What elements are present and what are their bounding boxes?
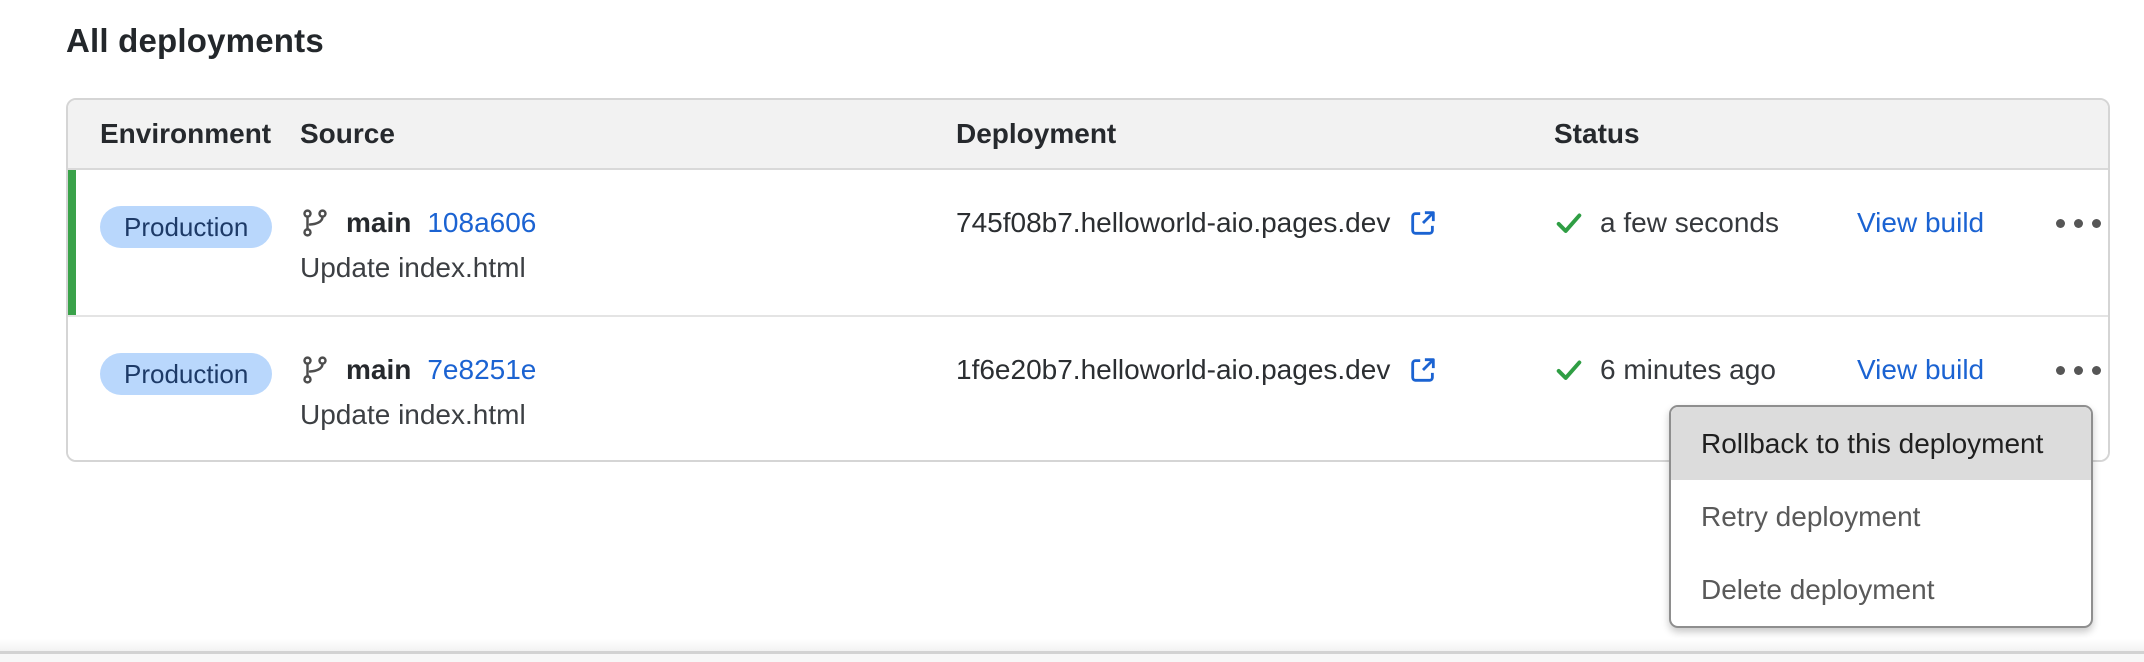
page-title: All deployments bbox=[66, 22, 324, 60]
table-header-row: Environment Source Deployment Status bbox=[68, 100, 2108, 170]
source-cell: main 7e8251e Update index.html bbox=[300, 353, 956, 460]
check-icon bbox=[1554, 355, 1584, 385]
status-cell: a few seconds bbox=[1554, 206, 1857, 315]
environment-cell: Production bbox=[100, 353, 300, 460]
deployment-context-menu: Rollback to this deployment Retry deploy… bbox=[1669, 405, 2093, 628]
environment-cell: Production bbox=[100, 206, 300, 315]
menu-item-delete[interactable]: Delete deployment bbox=[1671, 553, 2091, 626]
commit-link[interactable]: 108a606 bbox=[427, 206, 536, 240]
section-divider bbox=[0, 639, 2144, 651]
ellipsis-icon bbox=[2056, 366, 2065, 375]
current-deployment-indicator bbox=[68, 170, 76, 315]
menu-item-retry[interactable]: Retry deployment bbox=[1671, 480, 2091, 553]
git-branch-icon bbox=[300, 208, 330, 238]
commit-link[interactable]: 7e8251e bbox=[427, 353, 536, 387]
column-header-source: Source bbox=[300, 118, 956, 150]
table-row: Production main 108a606 Update index.htm… bbox=[68, 170, 2108, 315]
row-menu-button[interactable] bbox=[2052, 353, 2105, 387]
menu-item-rollback[interactable]: Rollback to this deployment bbox=[1671, 407, 2091, 480]
deployment-cell: 745f08b7.helloworld-aio.pages.dev bbox=[956, 206, 1554, 315]
deployment-url: 745f08b7.helloworld-aio.pages.dev bbox=[956, 206, 1390, 240]
view-build-link[interactable]: View build bbox=[1857, 207, 1984, 238]
deployment-url: 1f6e20b7.helloworld-aio.pages.dev bbox=[956, 353, 1390, 387]
view-build-cell: View build bbox=[1857, 206, 2052, 315]
external-link-icon[interactable] bbox=[1408, 208, 1438, 238]
column-header-deployment: Deployment bbox=[956, 118, 1554, 150]
source-cell: main 108a606 Update index.html bbox=[300, 206, 956, 315]
next-section-edge bbox=[0, 654, 2144, 662]
view-build-link[interactable]: View build bbox=[1857, 354, 1984, 385]
deployment-cell: 1f6e20b7.helloworld-aio.pages.dev bbox=[956, 353, 1554, 460]
check-icon bbox=[1554, 208, 1584, 238]
branch-name: main bbox=[346, 206, 411, 240]
status-text: 6 minutes ago bbox=[1600, 353, 1776, 387]
row-menu-button[interactable] bbox=[2052, 206, 2105, 240]
branch-name: main bbox=[346, 353, 411, 387]
column-header-environment: Environment bbox=[100, 118, 300, 150]
environment-badge: Production bbox=[100, 206, 272, 248]
commit-message: Update index.html bbox=[300, 399, 956, 431]
git-branch-icon bbox=[300, 355, 330, 385]
ellipsis-icon bbox=[2056, 219, 2065, 228]
row-actions-cell bbox=[2052, 206, 2105, 315]
external-link-icon[interactable] bbox=[1408, 355, 1438, 385]
environment-badge: Production bbox=[100, 353, 272, 395]
status-text: a few seconds bbox=[1600, 206, 1779, 240]
column-header-status: Status bbox=[1554, 118, 1857, 150]
commit-message: Update index.html bbox=[300, 252, 956, 284]
